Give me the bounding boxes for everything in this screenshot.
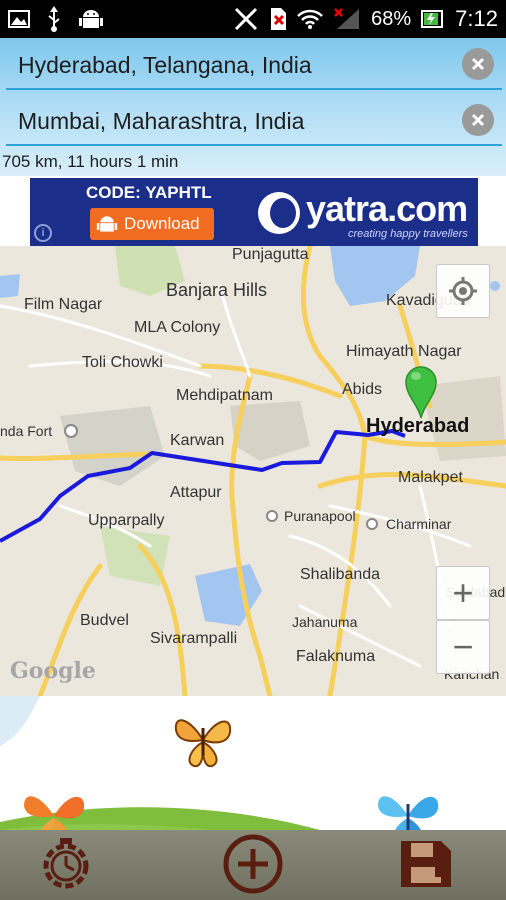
ad-promo-code: CODE: YAPHTL	[86, 183, 212, 202]
poi-icon	[64, 424, 78, 438]
my-location-button[interactable]	[436, 264, 490, 318]
signal-icon	[333, 7, 361, 31]
map-label: Abids	[342, 381, 383, 398]
map-label: Budvel	[80, 612, 129, 629]
map-label: Toli Chowki	[82, 354, 163, 371]
save-disk-icon	[401, 841, 451, 887]
zoom-out-button[interactable]: −	[436, 620, 490, 674]
poi-icon	[266, 510, 278, 522]
status-bar: 68% 7:12	[0, 0, 506, 38]
ad-download-button[interactable]: Download	[90, 208, 214, 240]
android-icon	[78, 6, 104, 32]
battery-percent: 68%	[371, 7, 412, 30]
map-label: Puranapool	[284, 508, 356, 524]
timer-button[interactable]	[34, 832, 98, 896]
clear-origin-button[interactable]	[462, 48, 494, 80]
map-label: Banjara Hills	[166, 280, 268, 300]
close-icon	[471, 57, 485, 71]
map-view[interactable]: Punjagutta Film Nagar Banjara Hills Kava…	[0, 246, 506, 696]
destination-value[interactable]: Mumbai, Maharashtra, India	[18, 108, 304, 135]
android-icon	[96, 216, 118, 232]
poi-icon	[366, 518, 378, 530]
origin-value[interactable]: Hyderabad, Telangana, India	[18, 52, 312, 79]
ad-download-label: Download	[124, 214, 200, 233]
map-label: MLA Colony	[134, 319, 221, 336]
timer-gear-icon	[43, 838, 89, 889]
map-label: Upparpally	[88, 512, 165, 529]
map-label: Mehdipatnam	[176, 387, 273, 404]
clock: 7:12	[455, 6, 498, 31]
map-label: Falaknuma	[296, 648, 376, 665]
crosshair-icon	[449, 277, 477, 305]
close-icon	[471, 113, 485, 127]
ad-brand-name: yatra.com	[306, 188, 468, 229]
zoom-in-button[interactable]: +	[436, 566, 490, 620]
map-label: Charminar	[386, 516, 452, 532]
map-label: Jahanuma	[292, 614, 358, 630]
route-header: Hyderabad, Telangana, India Mumbai, Maha…	[0, 38, 506, 176]
wifi-icon	[297, 8, 324, 30]
map-label: nda Fort	[0, 423, 53, 439]
yatra-logo-icon	[258, 192, 300, 234]
map-label: Shalibanda	[300, 566, 381, 583]
google-watermark: Google	[10, 658, 96, 684]
sim-icon	[269, 7, 287, 31]
ad-info-icon[interactable]: i	[34, 224, 52, 242]
vibrate-icon	[233, 6, 259, 32]
map-marker-icon[interactable]	[404, 364, 438, 420]
map-label: Punjagutta	[232, 246, 309, 263]
map-label: Sivarampalli	[150, 630, 238, 647]
image-icon	[8, 8, 30, 30]
save-button[interactable]	[394, 832, 458, 896]
map-label: Malakpet	[398, 469, 463, 486]
ad-banner[interactable]: CODE: YAPHTL Download i yatra.com creati…	[30, 178, 478, 246]
map-label: Himayath Nagar	[346, 343, 462, 360]
add-button[interactable]	[221, 832, 285, 896]
route-summary: 705 km, 11 hours 1 min	[2, 152, 179, 171]
bottom-panel	[0, 696, 506, 900]
origin-field[interactable]: Hyderabad, Telangana, India	[6, 42, 502, 90]
add-circle-icon	[223, 834, 283, 894]
usb-icon	[46, 6, 62, 32]
butterfly-icon	[174, 719, 232, 768]
battery-icon	[421, 9, 445, 29]
map-label: Attapur	[170, 484, 222, 501]
map-label: Karwan	[170, 432, 225, 449]
clear-destination-button[interactable]	[462, 104, 494, 136]
ad-tagline: creating happy travellers	[348, 228, 468, 240]
destination-field[interactable]: Mumbai, Maharashtra, India	[6, 98, 502, 146]
map-label: Film Nagar	[24, 296, 103, 313]
